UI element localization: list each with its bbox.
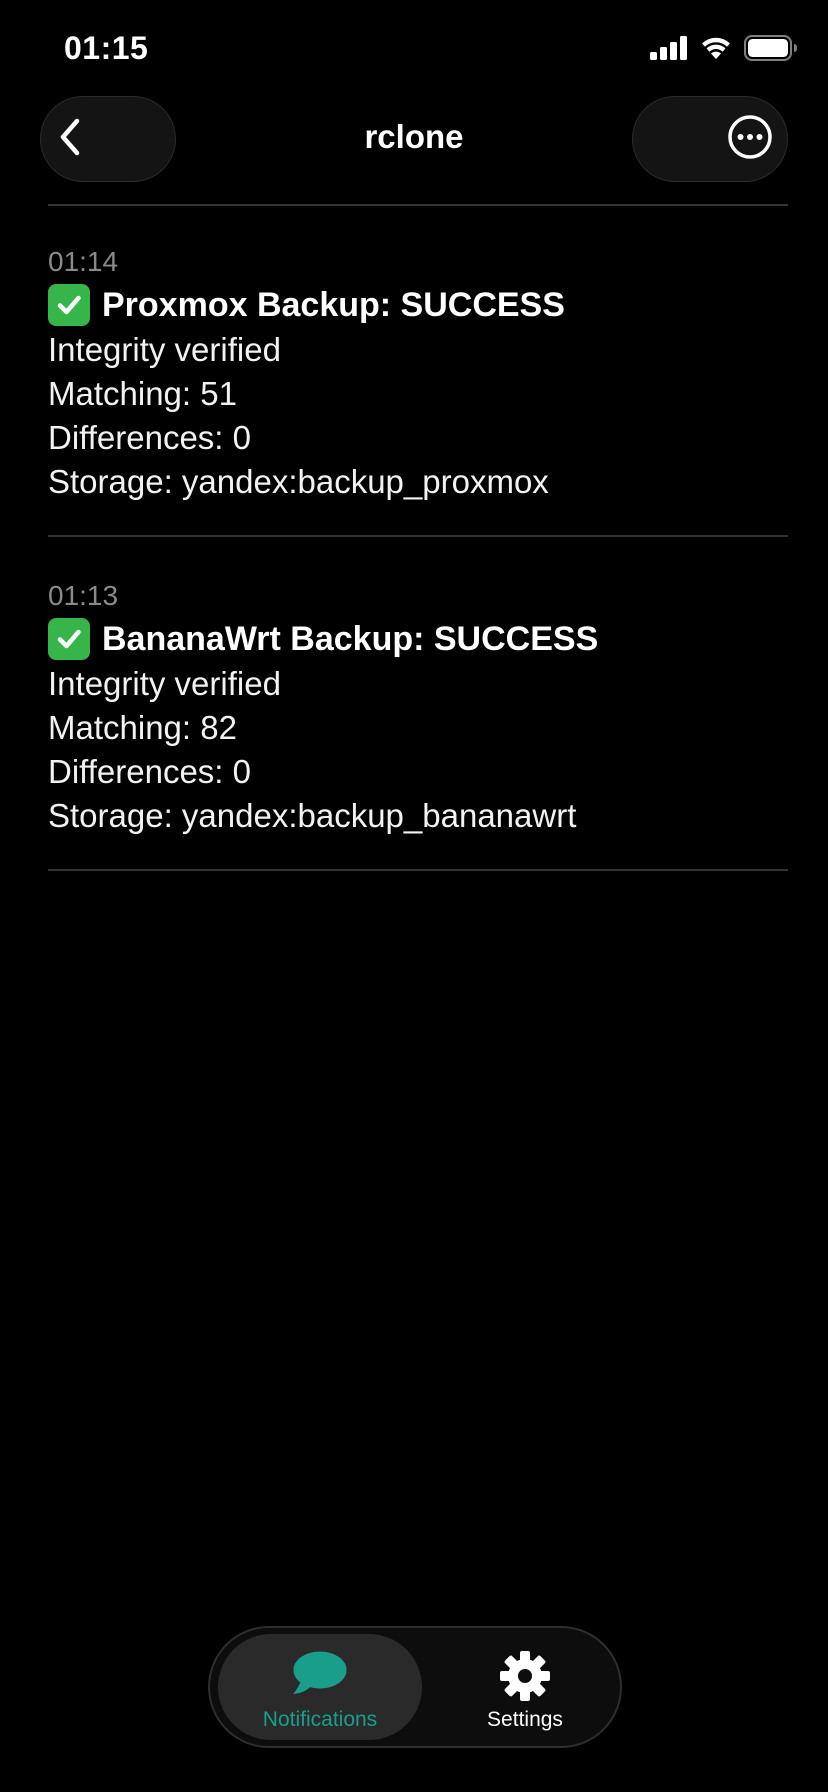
check-mark-icon (48, 618, 90, 660)
chat-bubble-icon (291, 1650, 349, 1703)
message-line: Integrity verified (48, 331, 281, 368)
message-line: Differences: 0 (48, 753, 251, 790)
message-line: Storage: yandex:backup_bananawrt (48, 797, 577, 834)
status-bar: 01:15 (0, 0, 828, 100)
tab-label: Notifications (262, 1708, 378, 1731)
tab-notifications[interactable]: Notifications (218, 1634, 422, 1740)
message-divider (48, 869, 788, 871)
message-title-row: Proxmox Backup: SUCCESS (48, 282, 788, 328)
status-time: 01:15 (64, 30, 149, 66)
gear-icon (499, 1650, 551, 1707)
message-time: 01:13 (48, 580, 119, 611)
app-screen: 01:15 rclone 01:14 Proxmox Backup: SUCCE… (0, 0, 828, 1792)
message-title: Proxmox Backup: SUCCESS (102, 285, 565, 324)
tab-settings[interactable]: Settings (440, 1634, 610, 1740)
header-divider (48, 204, 788, 206)
message-item[interactable]: 01:14 Proxmox Backup: SUCCESS Integrity … (48, 244, 788, 504)
navigation-bar: rclone (0, 96, 828, 186)
message-line: Matching: 82 (48, 709, 237, 746)
message-line: Differences: 0 (48, 419, 251, 456)
more-options-button[interactable] (632, 96, 788, 182)
message-line: Integrity verified (48, 665, 281, 702)
message-item[interactable]: 01:13 BananaWrt Backup: SUCCESS Integrit… (48, 578, 788, 838)
status-icons (650, 34, 798, 66)
check-mark-icon (48, 284, 90, 326)
battery-icon (744, 34, 798, 66)
wifi-icon (700, 36, 732, 65)
tab-bar: Notifications Settings (208, 1626, 622, 1748)
cellular-signal-icon (650, 35, 688, 65)
message-line: Storage: yandex:backup_proxmox (48, 463, 549, 500)
tab-label: Settings (487, 1708, 563, 1731)
message-divider (48, 535, 788, 537)
message-line: Matching: 51 (48, 375, 237, 412)
ellipsis-circle-icon (727, 114, 773, 165)
message-time: 01:14 (48, 246, 119, 277)
message-title: BananaWrt Backup: SUCCESS (102, 619, 599, 658)
message-title-row: BananaWrt Backup: SUCCESS (48, 616, 788, 662)
